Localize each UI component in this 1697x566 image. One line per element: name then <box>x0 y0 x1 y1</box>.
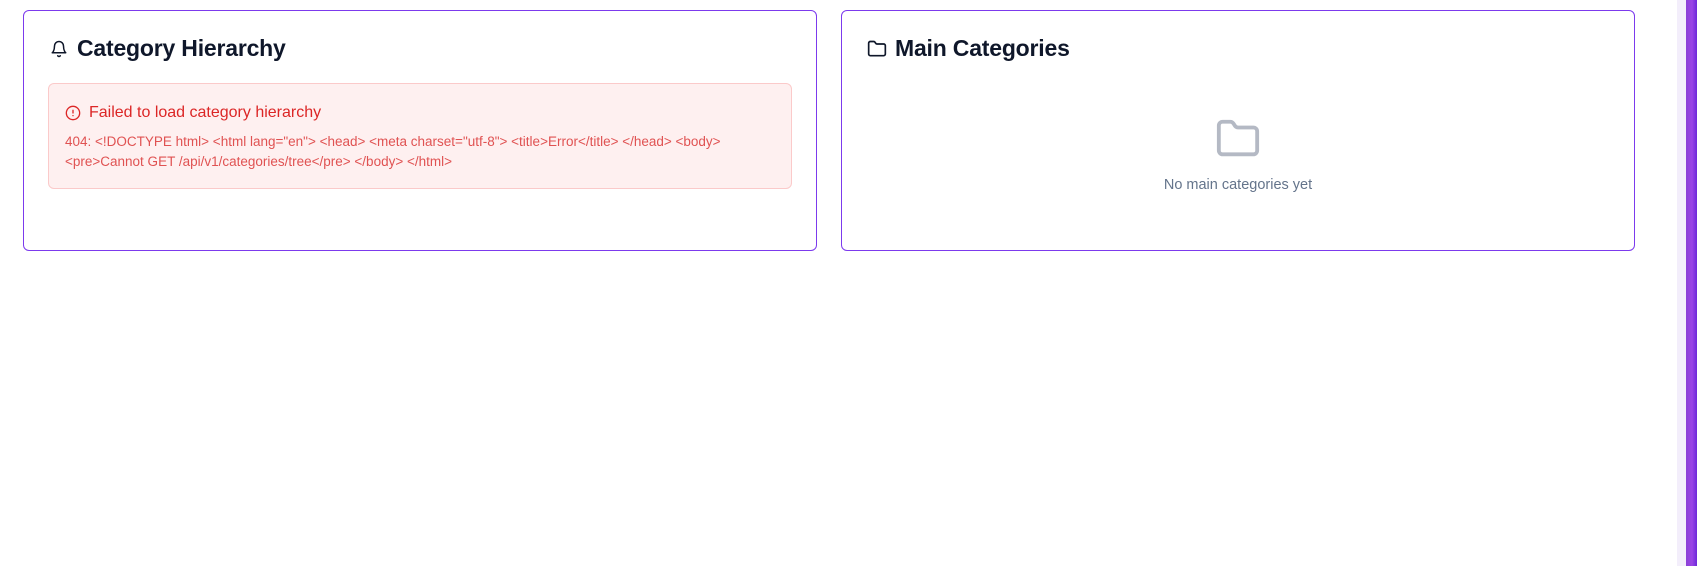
main-categories-title: Main Categories <box>895 35 1070 61</box>
empty-state-text: No main categories yet <box>1163 177 1313 193</box>
error-title-row: Failed to load category hierarchy <box>65 104 775 122</box>
error-alert: Failed to load category hierarchy 404: <… <box>48 83 792 189</box>
alert-circle-icon <box>65 105 81 121</box>
error-message: 404: <!DOCTYPE html> <html lang="en"> <h… <box>65 134 721 169</box>
empty-folder-icon <box>1213 116 1263 167</box>
page: Category Hierarchy Failed to load catego… <box>0 0 1697 566</box>
category-hierarchy-card: Category Hierarchy Failed to load catego… <box>23 10 817 251</box>
error-title: Failed to load category hierarchy <box>89 104 322 121</box>
category-hierarchy-title: Category Hierarchy <box>77 35 286 61</box>
main-categories-header: Main Categories <box>867 35 1070 62</box>
empty-state: No main categories yet <box>842 116 1634 193</box>
bell-icon <box>49 39 69 59</box>
main-categories-card: Main Categories No main categories yet <box>841 10 1635 251</box>
right-edge-track <box>1677 0 1686 566</box>
category-hierarchy-header: Category Hierarchy <box>49 35 286 62</box>
right-edge-accent-bar <box>1686 0 1697 566</box>
folder-icon <box>867 39 887 59</box>
